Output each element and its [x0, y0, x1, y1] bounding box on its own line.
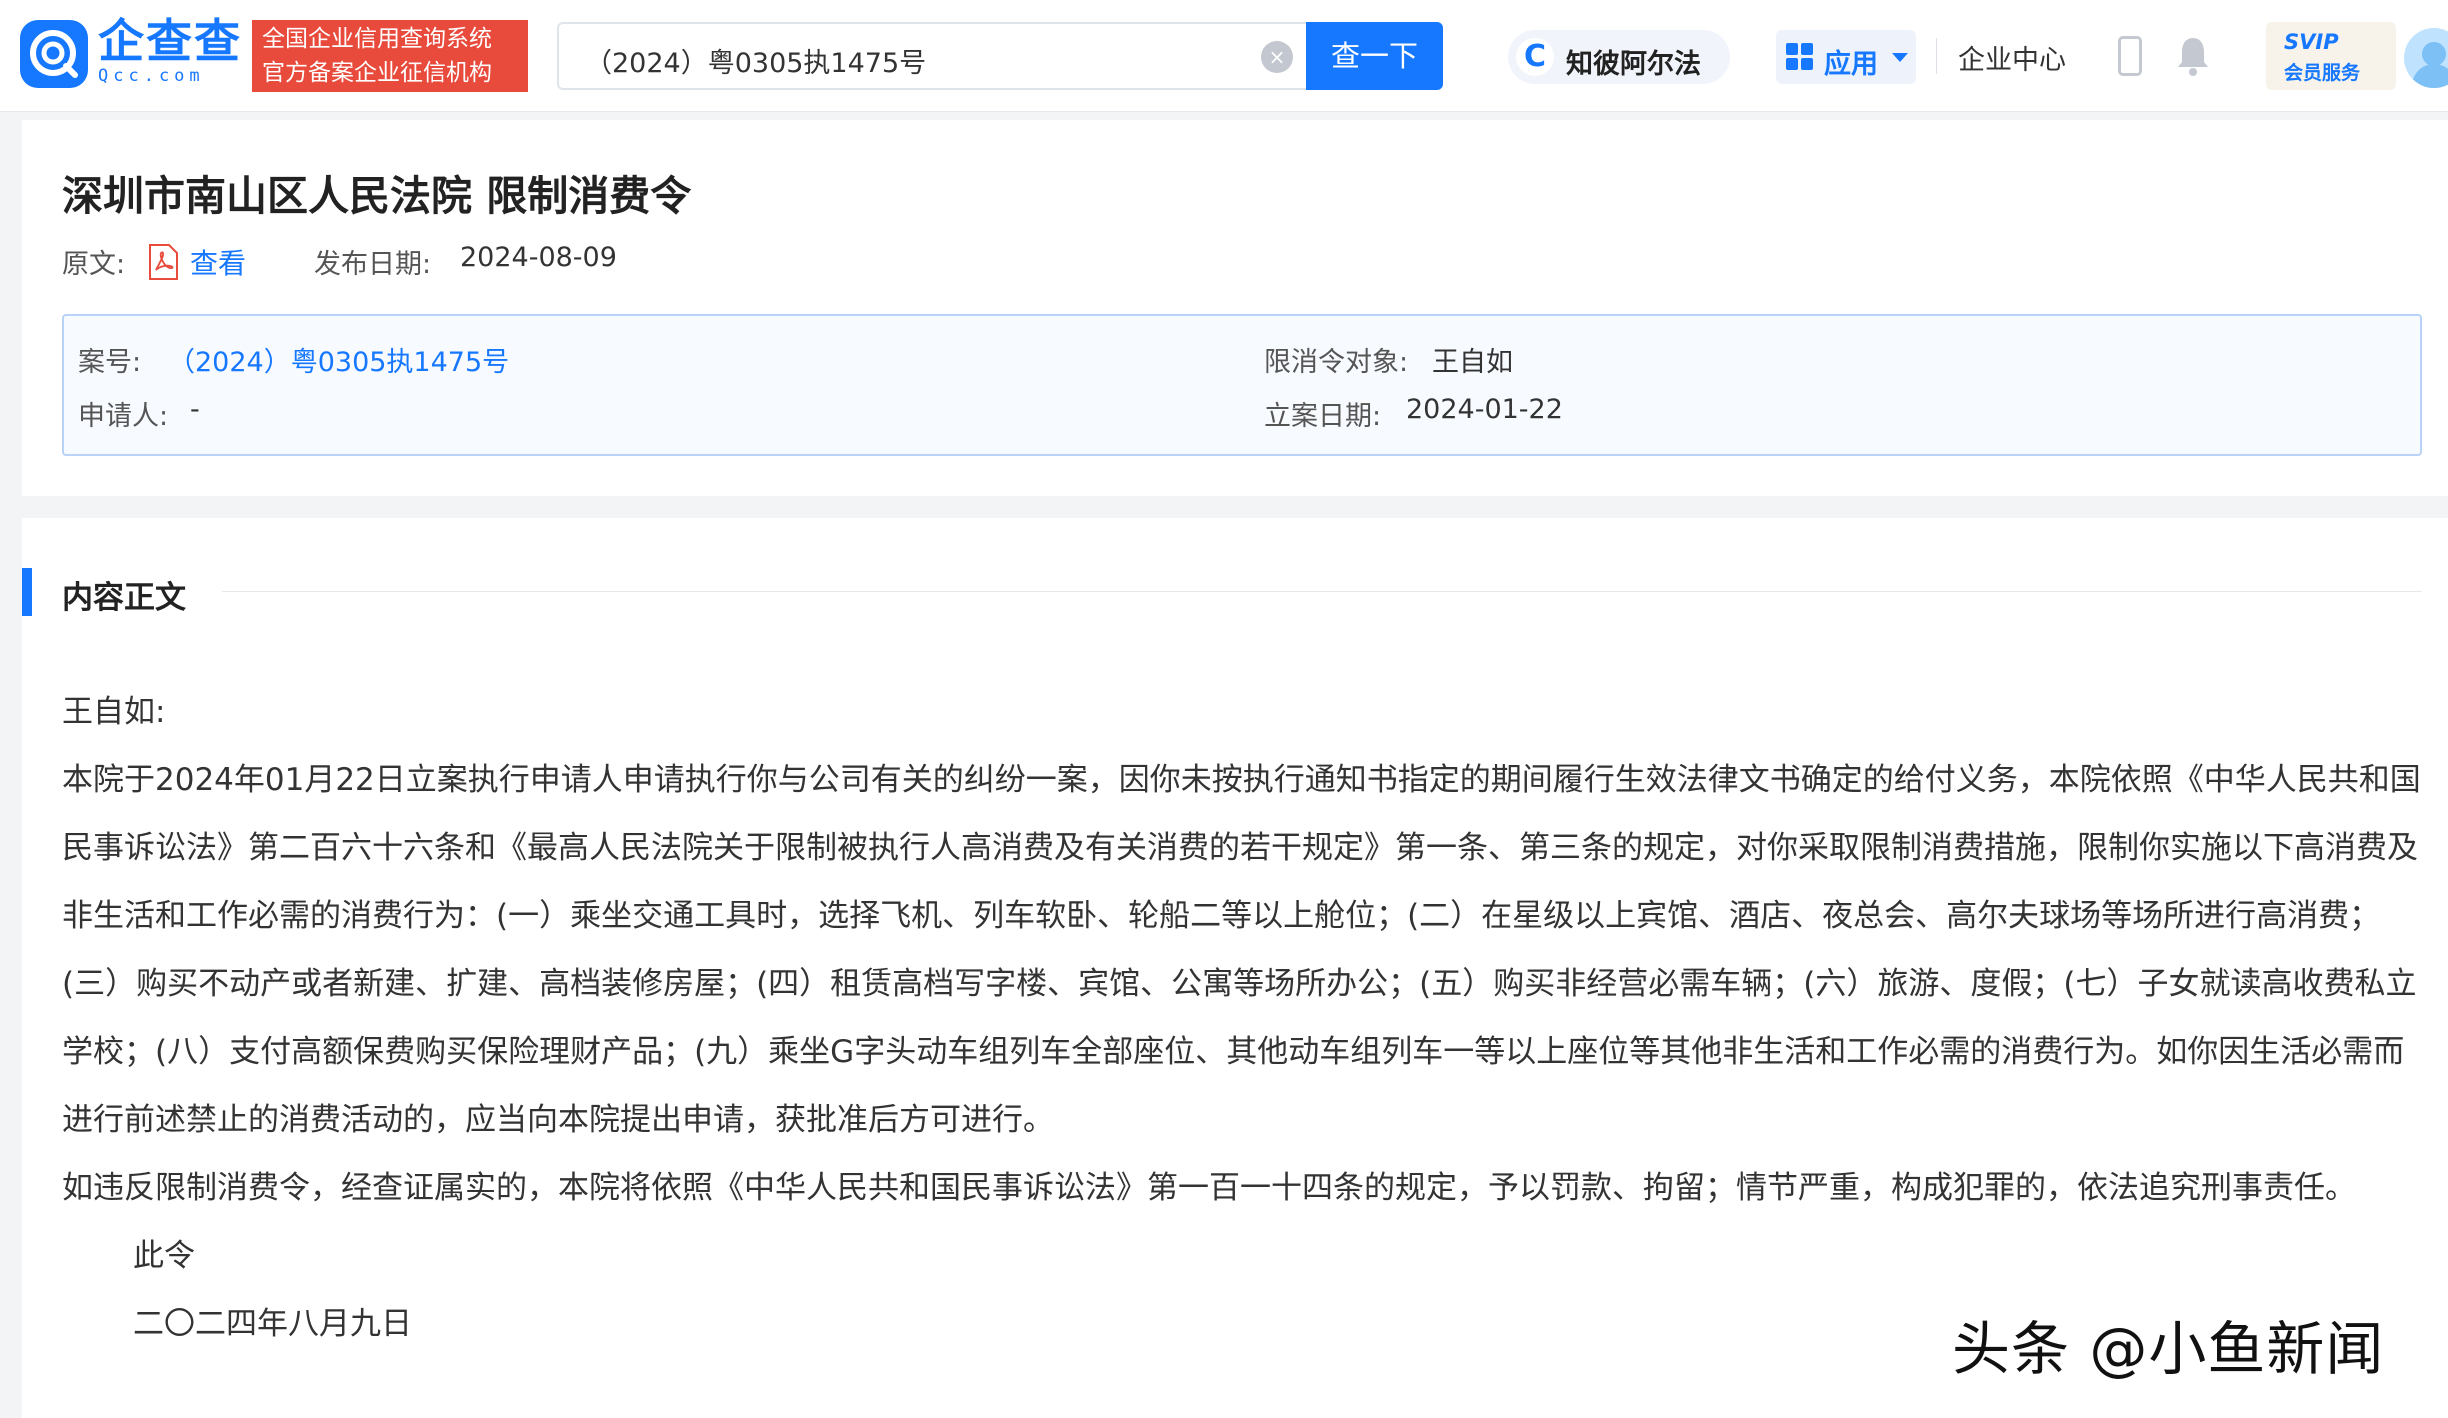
applicant-value: - — [190, 394, 200, 425]
enterprise-center-link[interactable]: 企业中心 — [1958, 38, 2066, 77]
search-input-value[interactable]: （2024）粤0305执1475号 — [585, 41, 926, 80]
body-paragraph-1: 本院于2024年01月22日立案执行申请人申请执行你与公司有关的纠纷一案，因你未… — [62, 762, 2421, 1138]
publish-date-value: 2024-08-09 — [460, 242, 617, 273]
pdf-icon[interactable] — [148, 244, 178, 280]
body-paragraph-2: 如违反限制消费令，经查证属实的，本院将依照《中华人民共和国民事诉讼法》第一百一十… — [62, 1170, 2356, 1206]
slogan-line-2: 官方备案企业征信机构 — [262, 60, 492, 86]
section-title: 内容正文 — [62, 580, 186, 616]
filing-date-label: 立案日期: — [1264, 401, 1382, 432]
zhibi-alpha-button[interactable]: C 知彼阿尔法 — [1508, 30, 1730, 84]
restriction-target-label: 限消令对象: — [1264, 347, 1409, 378]
applicant-label: 申请人: — [78, 401, 169, 432]
restriction-target-value: 王自如 — [1432, 347, 1513, 378]
apps-menu-button[interactable]: 应用 — [1776, 30, 1916, 84]
section-accent-bar — [22, 568, 32, 616]
slogan-badge: 全国企业信用查询系统 官方备案企业征信机构 — [252, 20, 528, 92]
svip-member-button[interactable]: SVIP 会员服务 — [2266, 22, 2396, 90]
divider — [1936, 38, 1937, 74]
closing-phrase: 此令 — [133, 1238, 195, 1274]
section-divider — [222, 591, 2422, 592]
clear-icon[interactable]: × — [1261, 41, 1293, 73]
document-body: 王自如: 本院于2024年01月22日立案执行申请人申请执行你与公司有关的纠纷一… — [62, 678, 2432, 1358]
document-content-card: 内容正文 王自如: 本院于2024年01月22日立案执行申请人申请执行你与公司有… — [22, 518, 2448, 1418]
salutation: 王自如: — [62, 694, 166, 730]
publish-date-label: 发布日期: — [314, 249, 432, 280]
source-watermark: 头条 @小鱼新闻 — [1952, 1315, 2385, 1383]
logo-wordmark[interactable]: 企查查 — [98, 14, 242, 68]
svip-label: SVIP — [2284, 30, 2339, 54]
apps-label: 应用 — [1824, 49, 1878, 80]
case-no-link[interactable]: （2024）粤0305执1475号 — [168, 340, 509, 379]
chevron-down-icon — [1892, 53, 1908, 62]
logo-domain: Qcc.com — [98, 66, 205, 86]
search-button[interactable]: 查一下 — [1306, 22, 1443, 90]
document-header-card: 深圳市南山区人民法院 限制消费令 原文: 查看 发布日期: 2024-08-09… — [22, 120, 2448, 496]
case-info-box: 案号: （2024）粤0305执1475号 申请人: - 限消令对象: 王自如 … — [62, 314, 2422, 456]
bell-icon[interactable] — [2176, 34, 2210, 78]
top-navigation-bar: 企查查 Qcc.com 全国企业信用查询系统 官方备案企业征信机构 （2024）… — [0, 0, 2448, 112]
page-title: 深圳市南山区人民法院 限制消费令 — [62, 172, 692, 220]
view-original-link[interactable]: 查看 — [190, 242, 246, 282]
zhibi-alpha-label: 知彼阿尔法 — [1566, 49, 1701, 80]
alpha-logo-icon: C — [1516, 38, 1554, 76]
case-no-label: 案号: — [78, 347, 142, 378]
member-service-label: 会员服务 — [2284, 62, 2361, 84]
user-avatar[interactable] — [2404, 28, 2448, 88]
slogan-line-1: 全国企业信用查询系统 — [262, 26, 492, 52]
mobile-phone-icon[interactable] — [2118, 36, 2142, 76]
original-label: 原文: — [62, 249, 126, 280]
search-input[interactable]: （2024）粤0305执1475号 × — [557, 22, 1307, 90]
filing-date-value: 2024-01-22 — [1406, 394, 1563, 425]
grid-icon — [1786, 43, 1814, 71]
qcc-logo-icon[interactable] — [20, 20, 88, 88]
